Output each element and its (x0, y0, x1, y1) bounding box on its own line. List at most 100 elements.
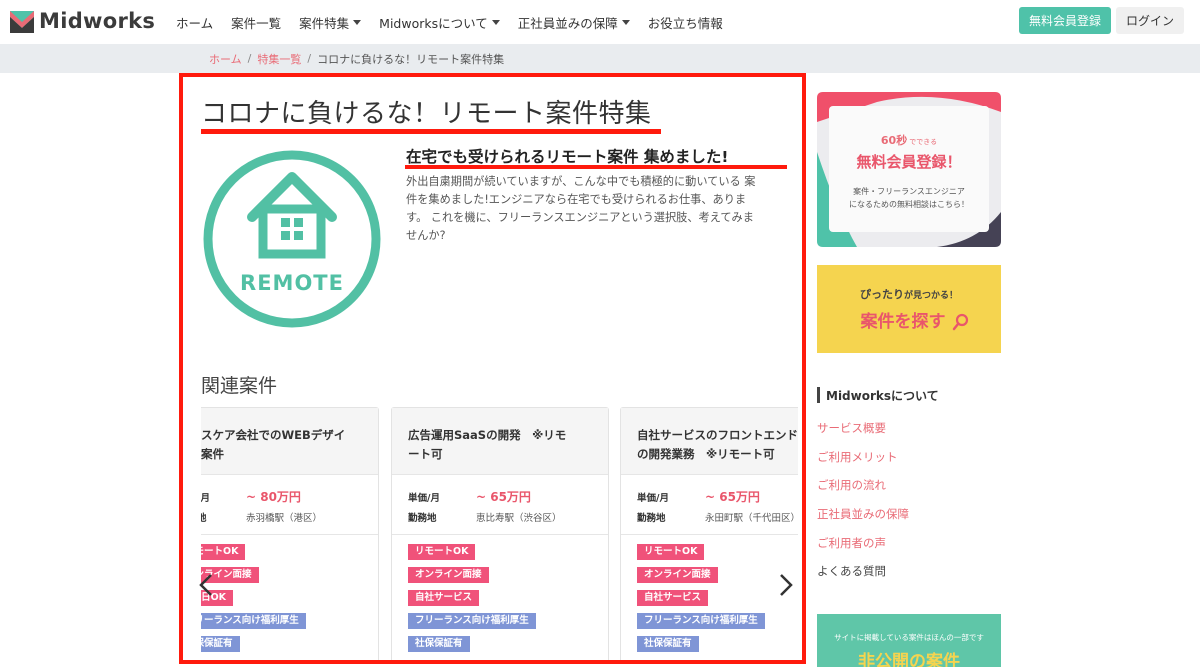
job-price-row: 単価/月 ~ 80万円 (201, 488, 301, 505)
job-place-row: 勤務地 赤羽橋駅（港区） (201, 510, 322, 524)
page-title: コロナに負けるな！リモート案件特集 (201, 99, 652, 129)
card-divider (621, 534, 798, 535)
banner2-emphasis: ぴったり (860, 288, 904, 301)
login-button[interactable]: ログイン (1116, 7, 1184, 34)
remote-logo-label: REMOTE (240, 271, 344, 295)
job-tag: リモートOK (201, 544, 246, 560)
place-label: 勤務地 (201, 510, 246, 524)
register-button[interactable]: 無料会員登録 (1019, 7, 1111, 34)
breadcrumb-home[interactable]: ホーム (209, 51, 242, 67)
banner1-headline: 無料会員登録！ (856, 153, 961, 171)
card-divider (392, 534, 608, 535)
private-jobs-banner-graphic: サイトに掲載している案件はほんの一部です 非公開の案件 (817, 614, 1001, 667)
banner3-small-text: サイトに掲載している案件はほんの一部です (834, 632, 984, 642)
job-place: 永田町駅（千代田区） (705, 513, 798, 524)
job-tag: オンライン面接 (637, 567, 718, 583)
carousel-next-button[interactable] (775, 571, 797, 599)
midworks-logo-icon (10, 11, 34, 33)
search-jobs-banner[interactable]: ぴったりが見つかる！ 案件を探す (817, 265, 1001, 353)
title-annotation-underline (201, 129, 661, 134)
job-title-line: の開発業務 ※リモート可 (637, 447, 775, 461)
heading-accent-bar (817, 387, 820, 403)
nav-about[interactable]: Midworksについて (379, 13, 500, 32)
carousel-prev-button[interactable] (195, 571, 217, 599)
price-label: 単価/月 (201, 493, 210, 504)
job-tag: 社保保証有 (201, 636, 240, 652)
nav-useful-info[interactable]: お役立ち情報 (648, 13, 723, 32)
job-card[interactable]: ヘルスケア会社でのWEBデザイ ナー案件 単価/月 ~ 80万円 勤務地 赤羽橋… (201, 407, 379, 660)
register-banner[interactable]: 60秒 でできる 無料会員登録！ 案件・フリーランスエンジニア になるための無料相… (817, 92, 1001, 247)
sidebar-link-benefits[interactable]: 正社員並みの保障 (817, 506, 909, 522)
caret-down-icon (621, 19, 630, 25)
job-card-title: 自社サービスのフロントエンド の開発業務 ※リモート可 (621, 408, 798, 475)
sidebar-link-faq[interactable]: よくある質問 (817, 563, 886, 579)
place-label: 勤務地 (408, 513, 437, 524)
nav-features-label: 案件特集 (299, 15, 350, 31)
lead-description: 外出自粛期間が続いていますが、こんな中でも積極的に動いている 案 件を集めました… (406, 173, 789, 245)
site-header: Midworks ホーム 案件一覧 案件特集 Midworksについて 正社員並… (0, 0, 1200, 45)
job-title-line: ナー案件 (201, 447, 224, 461)
banner3-headline: 非公開の案件 (858, 651, 960, 667)
lead-line: 件を集めました!エンジニアなら在宅でも受けられるお仕事、ありま (406, 193, 747, 206)
job-card-title: 広告運用SaaSの開発 ※リモ ート可 (392, 408, 608, 475)
place-label: 勤務地 (637, 513, 666, 524)
price-label: 単価/月 (408, 493, 440, 504)
main-nav: ホーム 案件一覧 案件特集 Midworksについて 正社員並みの保障 お役立ち… (176, 0, 741, 44)
card-divider (201, 534, 378, 535)
sidebar-section-heading: Midworksについて (817, 386, 939, 404)
logo-text: Midworks (39, 9, 156, 33)
job-title-line: ヘルスケア会社でのWEBデザイ (201, 428, 346, 442)
lead-annotation-underline (405, 165, 787, 169)
job-place: 赤羽橋駅（港区） (246, 513, 323, 524)
nav-benefits[interactable]: 正社員並みの保障 (518, 13, 630, 32)
job-tag: 社保保証有 (408, 636, 470, 652)
nav-useful-info-label: お役立ち情報 (647, 15, 723, 31)
job-tag: フリーランス向け福利厚生 (637, 613, 765, 629)
caret-down-icon (491, 19, 500, 25)
job-tag: 社保保証有 (637, 636, 699, 652)
breadcrumb: ホーム / 特集一覧 / コロナに負けるな！リモート案件特集 (209, 44, 504, 73)
sidebar-link-flow[interactable]: ご利用の流れ (817, 477, 886, 493)
job-tag: リモートOK (637, 544, 705, 560)
lead-title: 在宅でも受けられるリモート案件 集めました! (406, 148, 729, 166)
private-jobs-banner[interactable]: サイトに掲載している案件はほんの一部です 非公開の案件 (817, 614, 1001, 667)
lead-line: せんか? (406, 229, 446, 242)
nav-home[interactable]: ホーム (176, 13, 213, 32)
job-card[interactable]: 広告運用SaaSの開発 ※リモ ート可 単価/月 ~ 65万円 勤務地 恵比寿駅… (391, 407, 609, 660)
price-label: 単価/月 (637, 493, 669, 504)
job-price: ~ 80万円 (246, 490, 301, 504)
banner2-headline: 案件を探す (860, 311, 946, 332)
job-price-row: 単価/月 ~ 65万円 (637, 488, 760, 505)
job-place-row: 勤務地 恵比寿駅（渋谷区） (408, 510, 562, 524)
nav-benefits-label: 正社員並みの保障 (517, 15, 618, 31)
job-card-title: ヘルスケア会社でのWEBデザイ ナー案件 (201, 408, 378, 475)
related-jobs-carousel: ヘルスケア会社でのWEBデザイ ナー案件 単価/月 ~ 80万円 勤務地 赤羽橋… (201, 407, 798, 660)
chevron-left-icon (199, 574, 212, 596)
breadcrumb-feature-list[interactable]: 特集一覧 (257, 51, 301, 67)
sidebar-section-title: Midworksについて (826, 388, 939, 403)
lead-line: す。 これを機に、フリーランスエンジニアという選択肢、考えてみま (406, 211, 754, 224)
job-price-row: 単価/月 ~ 65万円 (408, 488, 531, 505)
nav-features[interactable]: 案件特集 (299, 13, 362, 32)
sidebar-link-merits[interactable]: ご利用メリット (817, 449, 898, 465)
nav-job-list[interactable]: 案件一覧 (231, 13, 281, 32)
site-logo[interactable]: Midworks (10, 8, 155, 34)
nav-about-label: Midworksについて (379, 15, 488, 31)
search-banner-graphic: ぴったりが見つかる！ 案件を探す (817, 265, 1001, 353)
related-jobs-heading: 関連案件 (201, 375, 278, 397)
job-tag: 自社サービス (408, 590, 480, 606)
caret-down-icon (353, 19, 362, 25)
nav-home-label: ホーム (176, 15, 214, 31)
job-title-line: 自社サービスのフロントエンド (637, 428, 798, 442)
breadcrumb-current: コロナに負けるな！リモート案件特集 (317, 52, 505, 66)
breadcrumb-bar: ホーム / 特集一覧 / コロナに負けるな！リモート案件特集 (0, 44, 1200, 73)
chevron-right-icon (780, 574, 793, 596)
job-tag: フリーランス向け福利厚生 (408, 613, 536, 629)
banner1-time: 60秒 (881, 133, 907, 147)
job-tag: オンライン面接 (408, 567, 489, 583)
sidebar-link-service-overview[interactable]: サービス概要 (817, 420, 886, 436)
job-place-row: 勤務地 永田町駅（千代田区） (637, 510, 798, 524)
highlight-frame: コロナに負けるな！リモート案件特集 REMOTE 在宅でも受けられるリモート案件… (179, 73, 806, 664)
sidebar-link-voices[interactable]: ご利用者の声 (817, 535, 886, 551)
job-card[interactable]: 自社サービスのフロントエンド の開発業務 ※リモート可 単価/月 ~ 65万円 … (620, 407, 798, 660)
